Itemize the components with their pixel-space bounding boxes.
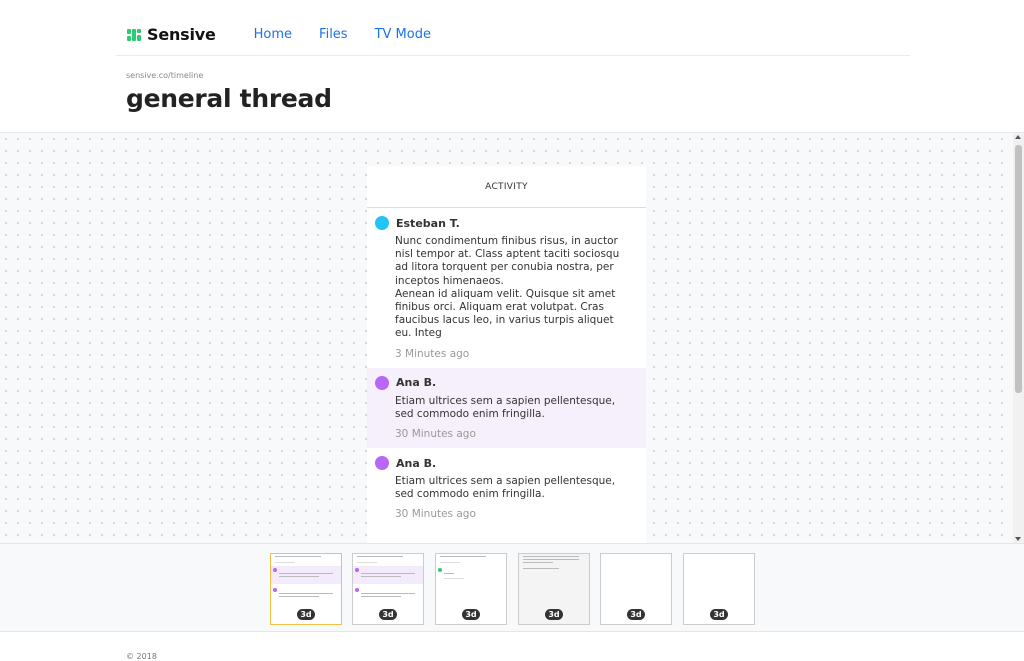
nav-tv-mode-link[interactable]: TV Mode: [375, 27, 431, 42]
activity-header: ACTIVITY: [367, 166, 646, 208]
avatar-dot: [375, 216, 389, 230]
entry-time: 3 Minutes ago: [395, 347, 470, 360]
thumbnail-badge: 3d: [462, 609, 480, 620]
page-title: general thread: [126, 84, 332, 113]
entry-author: Esteban T.: [396, 216, 460, 230]
thumbnail-badge: 3d: [379, 609, 397, 620]
thumbnail-strip: 3d 3d 3d 3d 3d 3d: [0, 543, 1024, 632]
vertical-scrollbar[interactable]: [1013, 133, 1024, 543]
breadcrumb[interactable]: sensive.co/timeline: [126, 71, 203, 80]
thumbnail[interactable]: 3d: [435, 553, 507, 625]
entry-author: Ana B.: [396, 376, 437, 390]
entry-author: Ana B.: [396, 456, 437, 470]
avatar-dot: [375, 456, 389, 471]
avatar-dot: [375, 375, 389, 390]
activity-entry[interactable]: Esteban T. Nunc condimentum finibus risu…: [367, 208, 646, 368]
activity-panel: ACTIVITY Esteban T. Nunc condimentum fin…: [367, 166, 646, 543]
logo-text: Sensive: [147, 25, 216, 44]
thumbnail-badge: 3d: [297, 609, 315, 620]
top-nav: Sensive Home Files TV Mode: [116, 14, 910, 56]
thumbnail[interactable]: 3d: [518, 553, 590, 625]
entry-time: 30 Minutes ago: [395, 508, 476, 521]
thumbnail-badge: 3d: [545, 609, 563, 620]
entry-body: Nunc condimentum finibus risus, in aucto…: [395, 235, 620, 340]
logo[interactable]: Sensive: [127, 25, 216, 44]
entry-body: Etiam ultrices sem a sapien pellentesque…: [395, 394, 616, 420]
entry-time: 30 Minutes ago: [395, 428, 476, 441]
scroll-up-arrow-icon[interactable]: [1015, 135, 1021, 139]
thumbnail[interactable]: 3d: [352, 553, 424, 625]
page-header: Sensive Home Files TV Mode sensive.co/ti…: [0, 0, 1024, 132]
timeline-canvas[interactable]: ACTIVITY Esteban T. Nunc condimentum fin…: [0, 132, 1024, 543]
thumbnail[interactable]: 3d: [683, 553, 755, 625]
nav-home-link[interactable]: Home: [254, 27, 292, 42]
thumbnail[interactable]: 3d: [600, 553, 672, 625]
thumbnail-badge: 3d: [710, 609, 728, 620]
activity-entry[interactable]: Ana B. Etiam ultrices sem a sapien pelle…: [367, 448, 646, 528]
nav-files-link[interactable]: Files: [319, 27, 348, 42]
thumbnail[interactable]: 3d: [270, 553, 342, 625]
scroll-down-arrow-icon[interactable]: [1015, 537, 1021, 541]
thumbnail-badge: 3d: [627, 609, 645, 620]
scroll-thumb[interactable]: [1015, 145, 1022, 393]
logo-icon: [127, 28, 143, 41]
entry-body: Etiam ultrices sem a sapien pellentesque…: [395, 475, 616, 501]
activity-entry[interactable]: Ana B. Etiam ultrices sem a sapien pelle…: [367, 367, 646, 449]
